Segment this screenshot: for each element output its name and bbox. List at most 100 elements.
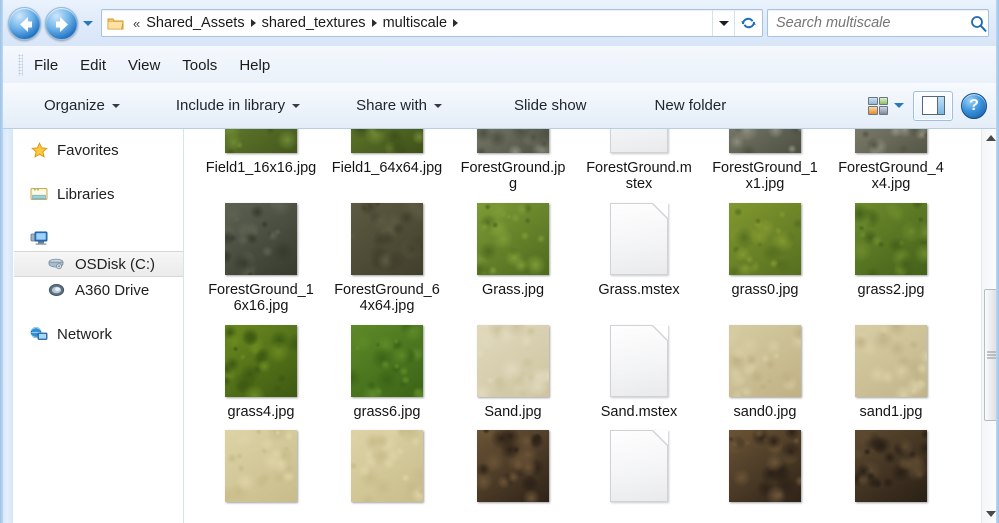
file-tile[interactable]: ForestGround_1x1.jpg	[702, 129, 828, 193]
image-thumbnail-icon	[477, 324, 549, 397]
file-thumbnail	[855, 129, 927, 153]
chevron-down-icon	[718, 20, 729, 26]
file-thumbnail	[603, 129, 675, 153]
blank-document-icon	[610, 429, 668, 502]
sidebar-item-label: A360 Drive	[75, 281, 150, 299]
recent-pages-button[interactable]	[81, 16, 95, 30]
file-tile[interactable]: ForestGround_4x4.jpg	[828, 129, 954, 193]
file-tile[interactable]: sand0.jpg	[702, 315, 828, 420]
sidebar-item-computer[interactable]	[14, 225, 183, 251]
file-tile[interactable]: Grass.jpg	[450, 193, 576, 315]
file-thumbnail	[225, 429, 297, 502]
help-button[interactable]: ?	[961, 92, 987, 119]
image-thumbnail-icon	[225, 324, 297, 397]
blank-document-icon	[610, 324, 668, 397]
menu-item-view[interactable]: View	[117, 54, 171, 77]
navigation-pane: Favorites Libraries OSDisk (C:) A360 Dri…	[14, 129, 184, 523]
menu-grip-handle[interactable]	[18, 54, 23, 76]
image-thumbnail-icon	[729, 324, 801, 397]
back-button[interactable]	[8, 6, 41, 40]
new-folder-button[interactable]: New folder	[641, 90, 741, 121]
file-tile[interactable]: ForestGround_16x16.jpg	[198, 193, 324, 315]
file-tile[interactable]: sand1.jpg	[828, 315, 954, 420]
file-tile[interactable]: ForestGround.mstex	[576, 129, 702, 193]
navpane-spacer	[14, 163, 183, 181]
sidebar-item-osdisk-c[interactable]: OSDisk (C:)	[14, 251, 183, 277]
file-tile[interactable]: ForestGround_64x64.jpg	[324, 193, 450, 315]
sidebar-item-favorites[interactable]: Favorites	[14, 137, 183, 163]
breadcrumb-arrow-1[interactable]	[247, 19, 260, 27]
refresh-button[interactable]	[734, 10, 762, 36]
file-tile[interactable]: Sand.jpg	[450, 315, 576, 420]
forward-button[interactable]	[45, 6, 78, 40]
a360-icon	[48, 281, 67, 299]
address-bar[interactable]: « Shared_Assets shared_textures multisca…	[101, 9, 763, 37]
scrollbar-grip-icon	[987, 351, 996, 359]
file-tile[interactable]: grass4.jpg	[198, 315, 324, 420]
include-in-library-label: Include in library	[175, 97, 286, 114]
sidebar-item-libraries[interactable]: Libraries	[14, 181, 183, 207]
image-thumbnail-icon	[729, 202, 801, 275]
file-tile[interactable]	[702, 420, 828, 509]
file-thumbnail	[225, 324, 297, 397]
file-tile[interactable]	[198, 420, 324, 509]
image-thumbnail-icon	[855, 429, 927, 502]
file-tile[interactable]	[324, 420, 450, 509]
breadcrumb-arrow-2[interactable]	[368, 19, 381, 27]
file-tile[interactable]: grass0.jpg	[702, 193, 828, 315]
slide-show-button[interactable]: Slide show	[500, 90, 601, 121]
file-tile[interactable]: Field1_16x16.jpg	[198, 129, 324, 193]
chevron-down-icon	[292, 103, 301, 108]
preview-pane-icon	[921, 96, 945, 115]
file-thumbnail	[351, 202, 423, 275]
file-tile[interactable]	[828, 420, 954, 509]
file-thumbnail	[477, 429, 549, 502]
file-name-label: grass0.jpg	[731, 281, 799, 298]
address-history-dropdown[interactable]	[712, 10, 734, 36]
file-tile[interactable]: grass6.jpg	[324, 315, 450, 420]
image-thumbnail-icon	[729, 429, 801, 502]
file-tile[interactable]: Sand.mstex	[576, 315, 702, 420]
file-tile[interactable]: Grass.mstex	[576, 193, 702, 315]
include-in-library-button[interactable]: Include in library	[162, 90, 314, 121]
file-grid: Field1_16x16.jpg Field1_64x64.jpg ForestGr…	[184, 129, 999, 509]
harddisk-icon	[48, 255, 67, 273]
file-thumbnail	[729, 129, 801, 153]
search-box[interactable]	[767, 9, 989, 37]
network-icon	[30, 325, 49, 343]
help-question-mark-icon: ?	[969, 96, 979, 114]
sidebar-item-network[interactable]: Network	[14, 321, 183, 347]
star-icon	[30, 141, 49, 159]
share-with-button[interactable]: Share with	[342, 90, 456, 121]
file-tile[interactable]	[450, 420, 576, 509]
file-name-label: ForestGround.mstex	[586, 160, 692, 193]
image-thumbnail-icon	[351, 429, 423, 502]
breadcrumb-item-multiscale[interactable]: multiscale	[381, 13, 449, 33]
menu-item-help[interactable]: Help	[228, 54, 281, 77]
organize-button[interactable]: Organize	[30, 90, 134, 121]
chevron-down-icon[interactable]	[894, 103, 904, 108]
view-layout-icon	[868, 96, 888, 115]
image-thumbnail-icon	[477, 429, 549, 502]
file-tile[interactable]: Field1_64x64.jpg	[324, 129, 450, 193]
preview-pane-button[interactable]	[913, 90, 953, 121]
breadcrumb-item-shared-assets[interactable]: Shared_Assets	[144, 13, 246, 33]
file-tile[interactable]	[576, 420, 702, 509]
breadcrumb-item-shared-textures[interactable]: shared_textures	[260, 13, 368, 33]
search-input[interactable]	[768, 15, 965, 31]
file-list-pane[interactable]: Field1_16x16.jpg Field1_64x64.jpg ForestGr…	[184, 129, 999, 523]
breadcrumb-overflow-chevron[interactable]: «	[129, 16, 144, 31]
breadcrumb-arrow-3[interactable]	[449, 19, 462, 27]
search-icon[interactable]	[965, 15, 991, 32]
menu-item-tools[interactable]: Tools	[171, 54, 228, 77]
file-tile[interactable]: ForestGround.jpg	[450, 129, 576, 193]
sidebar-item-a360-drive[interactable]: A360 Drive	[14, 277, 183, 303]
computer-icon	[30, 229, 49, 247]
menu-item-file[interactable]: File	[23, 54, 69, 77]
file-tile[interactable]: grass2.jpg	[828, 193, 954, 315]
menu-item-edit[interactable]: Edit	[69, 54, 117, 77]
folder-icon	[107, 16, 124, 31]
file-thumbnail	[477, 324, 549, 397]
change-view-button[interactable]	[863, 93, 909, 119]
file-name-label: Sand.jpg	[484, 403, 542, 420]
